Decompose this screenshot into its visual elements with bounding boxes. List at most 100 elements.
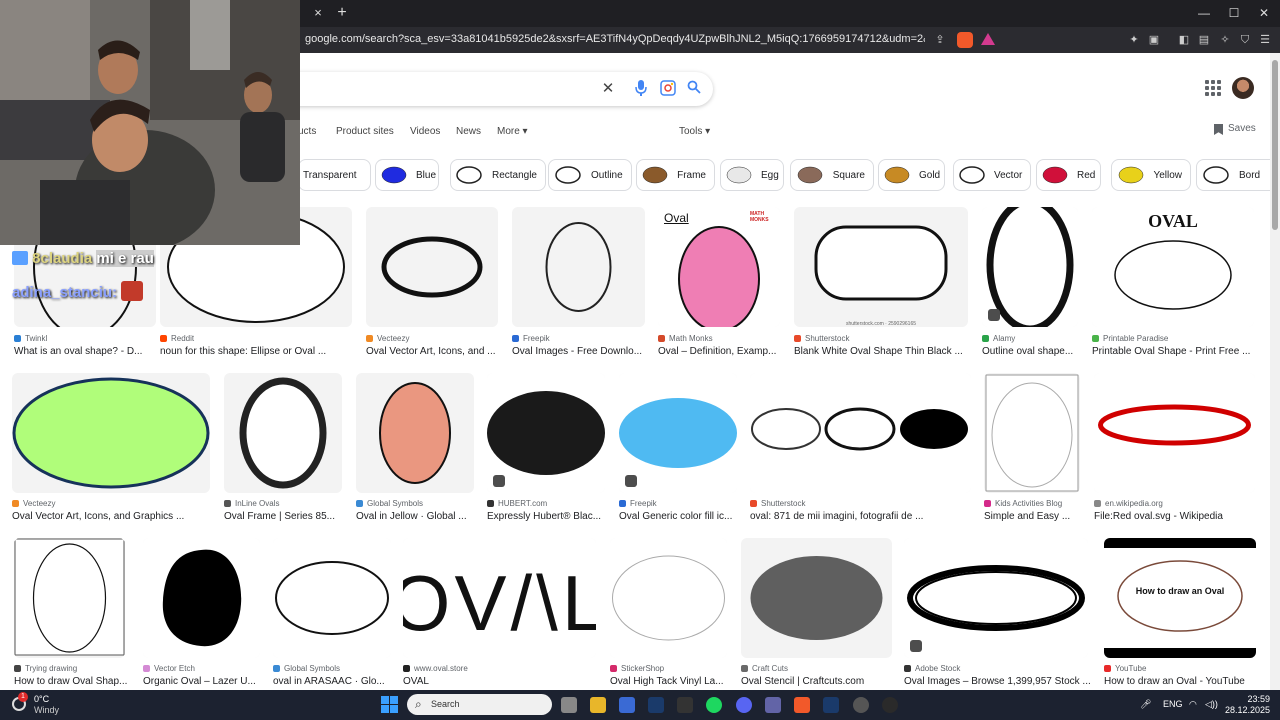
taskbar-search[interactable]: ⌕ Search <box>407 694 552 715</box>
result-thumbnail[interactable] <box>984 373 1080 493</box>
steam-icon-2[interactable] <box>823 697 839 713</box>
maximize-button[interactable]: ☐ <box>1222 4 1246 22</box>
result-source[interactable]: Reddit <box>160 334 194 343</box>
filter-chip-frame[interactable]: Frame <box>636 159 715 191</box>
tab-news[interactable]: News <box>456 126 481 137</box>
wallet-icon[interactable]: ▤ <box>1197 33 1211 47</box>
result-source[interactable]: Alamy <box>982 334 1015 343</box>
wifi-icon[interactable]: ◠ <box>1189 699 1197 710</box>
image-result[interactable]: OVAL Printable Paradise Printable Oval Sha… <box>1092 207 1254 360</box>
new-tab-button[interactable]: + <box>334 4 350 22</box>
result-thumbnail[interactable] <box>750 373 971 493</box>
result-source[interactable]: Kids Activities Blog <box>984 499 1062 508</box>
result-source[interactable]: Trying drawing <box>14 664 77 673</box>
result-caption[interactable]: Expressly Hubert® Blac... <box>487 511 611 522</box>
tray-mic-icon[interactable]: 🎤︎ <box>1140 699 1151 710</box>
image-result[interactable]: Freepik Oval Images - Free Downlo... <box>512 207 645 360</box>
result-thumbnail[interactable] <box>512 207 645 327</box>
result-thumbnail[interactable] <box>366 207 498 327</box>
result-caption[interactable]: oval: 871 de mii imagini, fotografii de … <box>750 511 977 522</box>
discord-icon[interactable] <box>736 697 752 713</box>
epic-games-icon[interactable] <box>677 697 693 713</box>
result-thumbnail[interactable] <box>12 373 210 493</box>
image-result[interactable]: en.wikipedia.org File:Red oval.svg - Wiki… <box>1094 373 1255 525</box>
tab-videos[interactable]: Videos <box>410 126 440 137</box>
result-source[interactable]: Global Symbols <box>356 499 423 508</box>
result-thumbnail[interactable] <box>14 538 125 658</box>
account-avatar[interactable] <box>1232 77 1254 99</box>
result-thumbnail[interactable] <box>619 373 737 493</box>
image-result[interactable]: Adobe Stock Oval Images – Browse 1,399,95… <box>904 538 1091 690</box>
language-indicator[interactable]: ENG <box>1163 699 1183 709</box>
media-icon[interactable]: ▣ <box>1147 33 1161 47</box>
result-thumbnail[interactable] <box>658 207 780 327</box>
image-result[interactable]: OV/\LOVALwww.oval.storeOVAL <box>403 538 596 690</box>
image-result[interactable]: Shutterstock oval: 871 de mii imagini, fo… <box>750 373 971 525</box>
vpn-shield-icon[interactable]: ⛉ <box>1238 33 1252 47</box>
result-source[interactable]: Vecteezy <box>12 499 55 508</box>
filter-chip-red[interactable]: Red <box>1036 159 1101 191</box>
brave-browser-icon[interactable] <box>794 697 810 713</box>
result-source[interactable]: HUBERT.com <box>487 499 547 508</box>
result-thumbnail[interactable] <box>1094 373 1255 493</box>
image-result[interactable]: Freepik Oval Generic color fill ic... <box>619 373 737 525</box>
tab-close-icon[interactable]: × <box>310 5 326 21</box>
result-caption[interactable]: How to draw an Oval - YouTube <box>1104 676 1262 687</box>
app-icon[interactable] <box>853 697 869 713</box>
obs-icon[interactable] <box>882 697 898 713</box>
result-caption[interactable]: Blank White Oval Shape Thin Black ... <box>794 346 974 357</box>
share-icon[interactable]: ⇪ <box>933 33 947 47</box>
result-source[interactable]: Printable Paradise <box>1092 334 1168 343</box>
result-caption[interactable]: Oval Vector Art, Icons, and Graphics ... <box>12 511 216 522</box>
image-result[interactable]: Craft Cuts Oval Stencil | Craftcuts.com <box>741 538 892 690</box>
result-thumbnail[interactable] <box>487 373 605 493</box>
result-source[interactable]: www.oval.store <box>403 664 468 673</box>
filter-chip-gold[interactable]: Gold <box>878 159 945 191</box>
result-caption[interactable]: Oval Images – Browse 1,399,957 Stock ... <box>904 676 1094 687</box>
result-source[interactable]: InLine Ovals <box>224 499 279 508</box>
result-caption[interactable]: Oval Generic color fill ic... <box>619 511 743 522</box>
result-caption[interactable]: What is an oval shape? - D... <box>14 346 162 357</box>
filter-chip-outline[interactable]: Outline <box>548 159 632 191</box>
result-source[interactable]: Twinkl <box>14 334 47 343</box>
image-result[interactable]: Trying drawing How to draw Oval Shap... <box>14 538 127 690</box>
saves-link[interactable]: Saves <box>1228 123 1256 134</box>
result-thumbnail[interactable] <box>610 538 727 658</box>
result-caption[interactable]: noun for this shape: Ellipse or Oval ... <box>160 346 358 357</box>
result-caption[interactable]: Printable Oval Shape - Print Free ... <box>1092 346 1260 357</box>
weather-desc[interactable]: Windy <box>34 705 59 715</box>
result-thumbnail[interactable] <box>741 538 892 658</box>
filter-chip-square[interactable]: Square <box>790 159 874 191</box>
clear-search-icon[interactable]: ✕ <box>599 80 617 98</box>
clock-time[interactable]: 23:59 <box>1228 694 1270 704</box>
filter-chip-egg[interactable]: Egg <box>720 159 784 191</box>
file-explorer-icon[interactable] <box>590 697 606 713</box>
image-result[interactable]: StickerShop Oval High Tack Vinyl La... <box>610 538 727 690</box>
image-result[interactable]: Oval MATH MONKS Math Monks Oval – Definitio… <box>658 207 780 360</box>
minimize-button[interactable]: — <box>1192 4 1216 22</box>
tab-products[interactable]: ucts <box>298 126 316 137</box>
image-result[interactable]: Kids Activities Blog Simple and Easy ... <box>984 373 1080 525</box>
filter-chip-yellow[interactable]: Yellow <box>1111 159 1191 191</box>
result-thumbnail[interactable] <box>904 538 1088 658</box>
image-result[interactable]: shutterstock.com · 2590296165 Shutterstoc… <box>794 207 968 360</box>
voice-search-icon[interactable] <box>632 80 650 98</box>
google-apps-icon[interactable] <box>1205 80 1221 96</box>
tab-more[interactable]: More ▾ <box>497 126 528 137</box>
result-caption[interactable]: OVAL <box>403 676 602 687</box>
result-thumbnail[interactable] <box>143 538 260 658</box>
image-result[interactable]: Alamy Outline oval shape... <box>982 207 1078 360</box>
task-view-icon[interactable] <box>561 697 577 713</box>
result-thumbnail[interactable] <box>273 538 391 658</box>
filter-chip-vector[interactable]: Vector <box>953 159 1031 191</box>
result-source[interactable]: Freepik <box>512 334 550 343</box>
menu-icon[interactable]: ☰ <box>1258 33 1272 47</box>
image-result[interactable]: HUBERT.com Expressly Hubert® Blac... <box>487 373 605 525</box>
image-result[interactable]: Vecteezy Oval Vector Art, Icons, and Grap… <box>12 373 210 525</box>
result-source[interactable]: Shutterstock <box>794 334 849 343</box>
lens-search-icon[interactable] <box>659 80 677 98</box>
bookmark-icon[interactable] <box>1214 124 1223 135</box>
result-source[interactable]: Freepik <box>619 499 657 508</box>
result-caption[interactable]: Oval Frame | Series 85... <box>224 511 348 522</box>
leo-icon[interactable]: ✧ <box>1218 33 1232 47</box>
